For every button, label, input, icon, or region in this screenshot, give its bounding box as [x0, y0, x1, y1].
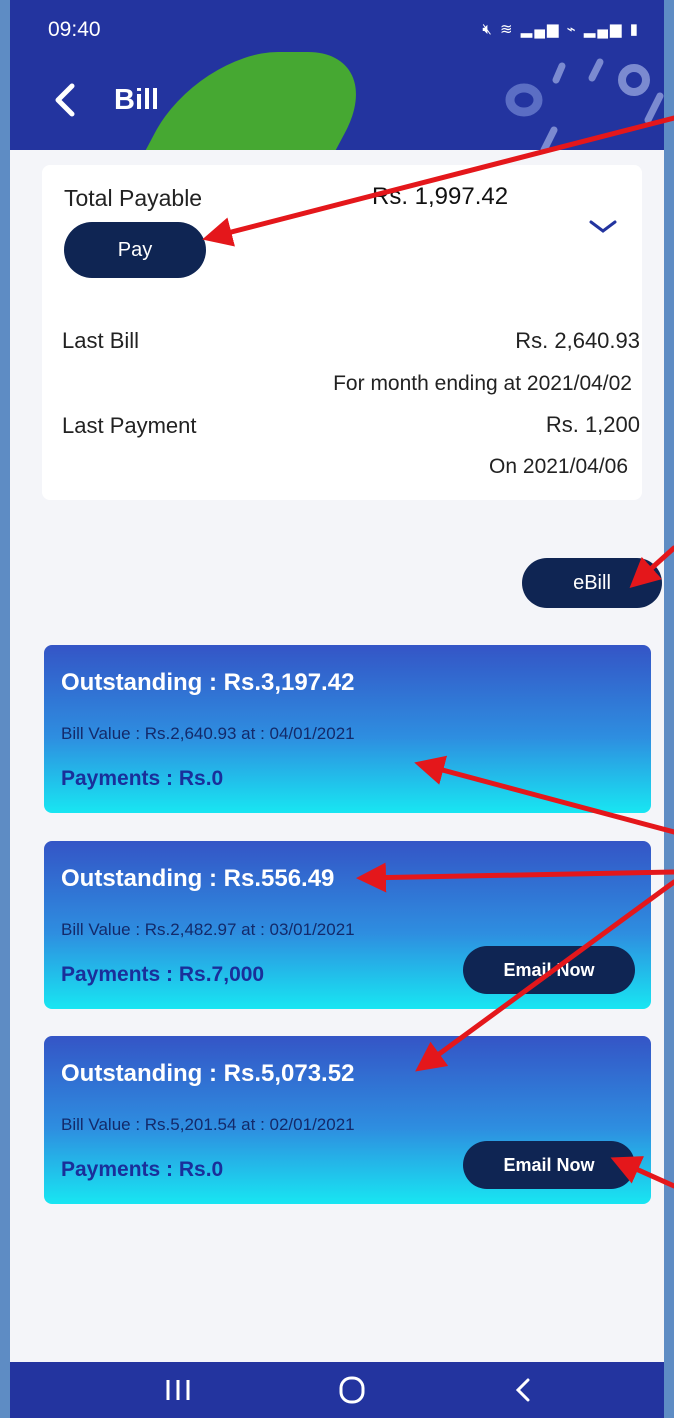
status-icons: 🔇︎ ≋ ▂▄▆ ⌁ ▂▄▆ ▮ — [482, 20, 640, 38]
outstanding-text: Outstanding : Rs.556.49 — [61, 865, 335, 892]
bill-card[interactable]: Outstanding : Rs.556.49 Bill Value : Rs.… — [44, 841, 651, 1009]
ebill-button[interactable]: eBill — [522, 558, 662, 608]
bill-card[interactable]: Outstanding : Rs.3,197.42 Bill Value : R… — [44, 645, 651, 813]
last-payment-note: On 2021/04/06 — [489, 455, 628, 478]
email-now-button[interactable]: Email Now — [463, 1141, 635, 1189]
bill-value-text: Bill Value : Rs.5,201.54 at : 02/01/2021 — [61, 1115, 355, 1134]
total-payable-label: Total Payable — [64, 185, 203, 211]
status-time: 09:40 — [48, 18, 101, 41]
outstanding-text: Outstanding : Rs.3,197.42 — [61, 669, 355, 696]
recents-icon[interactable] — [160, 1374, 196, 1406]
mute-icon: 🔇︎ — [482, 21, 494, 38]
bill-value-text: Bill Value : Rs.2,640.93 at : 04/01/2021 — [61, 724, 355, 743]
bill-value-text: Bill Value : Rs.2,482.97 at : 03/01/2021 — [61, 920, 355, 939]
payments-text: Payments : Rs.0 — [61, 767, 224, 790]
payments-text: Payments : Rs.0 — [61, 1158, 224, 1181]
back-arrow-icon[interactable] — [48, 80, 88, 120]
chevron-down-icon[interactable] — [588, 217, 618, 237]
signal-icon: ▂▄▆ — [520, 21, 561, 38]
battery-icon: ▮ — [629, 21, 640, 38]
last-bill-note: For month ending at 2021/04/02 — [333, 372, 632, 395]
summary-card: Total Payable Rs. 1,997.42 Pay Last Bill… — [42, 165, 642, 500]
total-payable-value: Rs. 1,997.42 — [372, 183, 509, 210]
decorative-pattern-icon — [505, 58, 664, 150]
home-icon[interactable] — [334, 1374, 370, 1406]
signal-icon: ▂▄▆ — [583, 21, 624, 38]
payments-text: Payments : Rs.7,000 — [61, 963, 265, 986]
outstanding-text: Outstanding : Rs.5,073.52 — [61, 1060, 355, 1087]
wifi-icon: ≋ — [500, 21, 515, 38]
bill-card[interactable]: Outstanding : Rs.5,073.52 Bill Value : R… — [44, 1036, 651, 1204]
nav-back-icon[interactable] — [506, 1374, 542, 1406]
last-payment-value: Rs. 1,200 — [545, 412, 640, 437]
pay-button[interactable]: Pay — [64, 222, 206, 278]
phone-screen: 09:40 🔇︎ ≋ ▂▄▆ ⌁ ▂▄▆ ▮ Bill Total Payabl… — [10, 0, 664, 1418]
page-title: Bill — [114, 84, 160, 116]
email-now-button[interactable]: Email Now — [463, 946, 635, 994]
volte-icon: ⌁ — [566, 21, 578, 38]
system-nav-bar — [10, 1362, 664, 1418]
app-header: 09:40 🔇︎ ≋ ▂▄▆ ⌁ ▂▄▆ ▮ Bill — [10, 0, 664, 150]
last-bill-value: Rs. 2,640.93 — [515, 328, 640, 353]
